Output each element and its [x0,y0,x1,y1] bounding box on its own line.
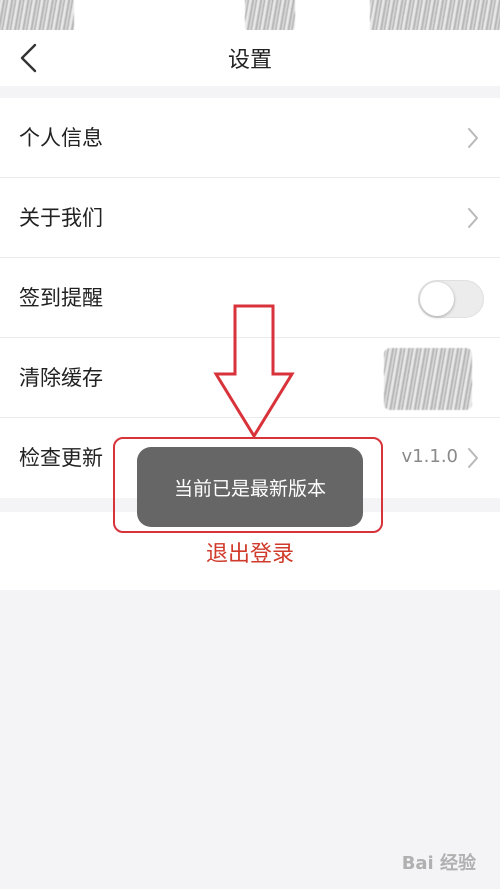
nav-bar: 设置 [0,30,500,86]
row-label: 检查更新 [19,446,103,470]
row-label: 清除缓存 [19,366,103,390]
chevron-right-icon [468,128,478,148]
toggle-knob [420,282,454,316]
row-label: 签到提醒 [19,286,103,310]
annotation-highlight-box [113,437,383,533]
chevron-right-icon [468,208,478,228]
status-bar-redaction [0,0,74,34]
settings-row-about-us[interactable]: 关于我们 [0,178,500,258]
watermark-text: Bai 经验 [401,853,476,874]
row-label: 个人信息 [19,126,103,150]
chevron-right-icon [468,448,478,468]
cache-size-redaction [384,348,472,410]
settings-row-personal-info[interactable]: 个人信息 [0,98,500,178]
checkin-reminder-toggle[interactable] [418,280,484,318]
status-bar-redaction [245,0,295,32]
annotation-arrow-icon [213,304,295,439]
page-title: 设置 [227,48,272,73]
baidu-jingyan-watermark: Bai 经验 [402,849,476,875]
row-label: 关于我们 [19,206,103,230]
version-label: v1.1.0 [401,446,458,467]
logout-button[interactable]: 退出登录 [0,536,500,568]
